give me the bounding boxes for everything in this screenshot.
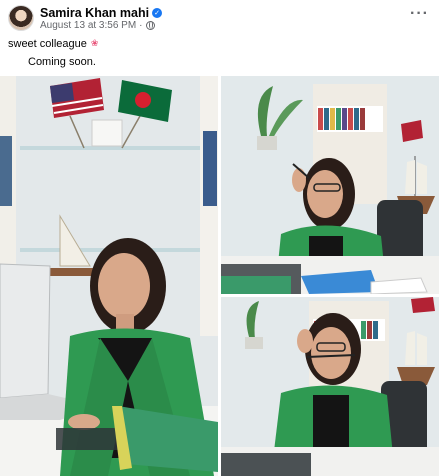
verified-icon: ✓ <box>152 8 163 18</box>
photo-woman-desk-pen[interactable] <box>221 76 439 294</box>
avatar[interactable] <box>8 5 34 31</box>
post-timestamp[interactable]: August 13 at 3:56 PM <box>40 20 136 31</box>
photo-woman-laptop[interactable] <box>0 76 218 476</box>
author-name[interactable]: Samira Khan mahi <box>40 6 149 20</box>
more-options-icon[interactable]: ··· <box>410 6 429 22</box>
caption-line-1: sweet colleague <box>8 38 87 50</box>
globe-icon[interactable] <box>145 21 155 30</box>
photo-woman-glasses-playful[interactable] <box>221 297 439 476</box>
post-meta: August 13 at 3:56 PM · <box>40 20 155 31</box>
meta-separator: · <box>139 20 143 31</box>
post-caption: sweet colleague ❀ Coming soon. <box>8 38 98 68</box>
post-header: Samira Khan mahi ✓ August 13 at 3:56 PM … <box>0 0 439 36</box>
caption-line-2: Coming soon. <box>28 56 96 68</box>
author-row: Samira Khan mahi ✓ <box>40 6 163 20</box>
photo-grid <box>0 76 439 476</box>
flower-emoji-icon: ❀ <box>90 39 99 49</box>
